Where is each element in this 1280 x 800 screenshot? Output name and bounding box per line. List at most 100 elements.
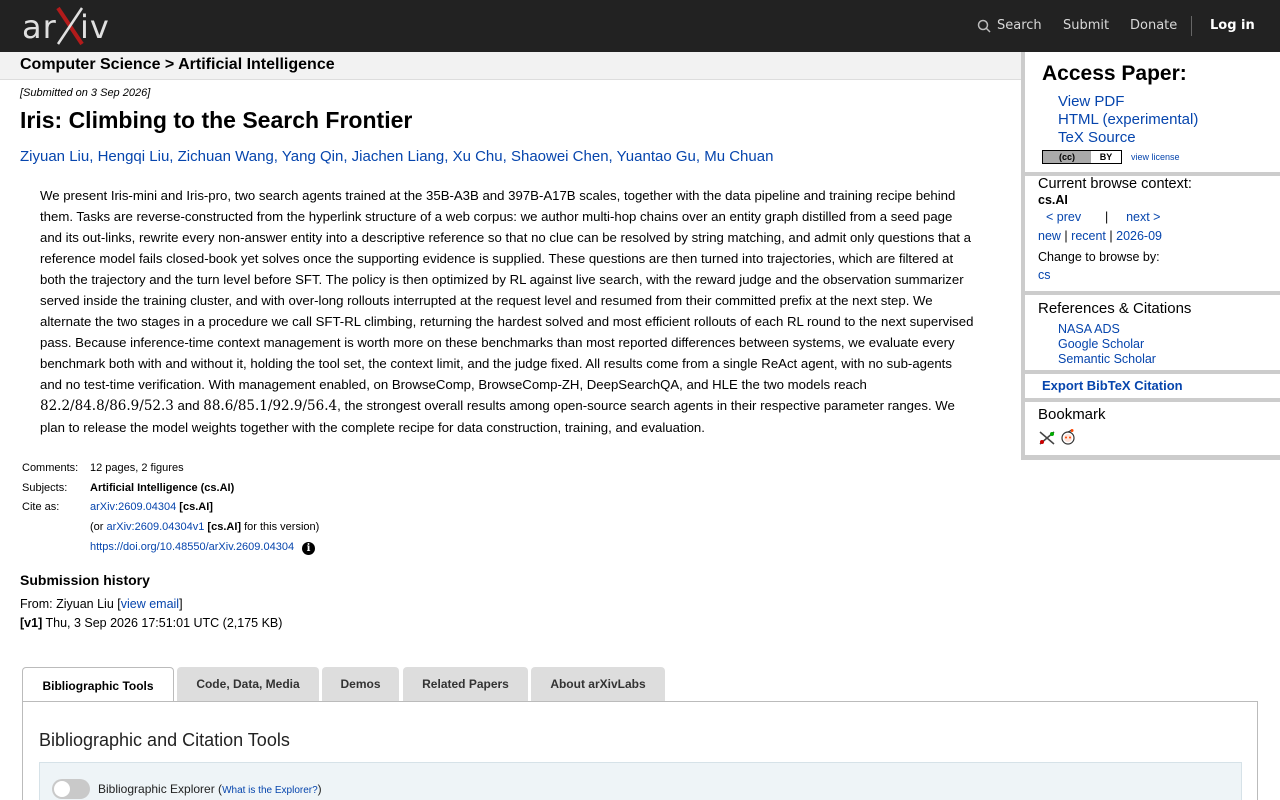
cite-or: (or: [90, 521, 107, 533]
top-navbar: ar iv Search Submit Donate Log in: [0, 0, 1280, 52]
submission-from-text: ]: [179, 597, 183, 611]
author-link[interactable]: Xu Chu: [453, 148, 503, 165]
cite-category: [cs.AI]: [179, 501, 213, 513]
breadcrumb: Computer Science > Artificial Intelligen…: [20, 56, 335, 73]
nav-divider: [1191, 16, 1192, 36]
prev-link[interactable]: < prev: [1046, 210, 1081, 224]
abstract-math: 88.6/85.1/92.9/56.4: [203, 398, 338, 414]
browse-cs-link[interactable]: cs: [1038, 268, 1051, 282]
what-is-explorer-link[interactable]: What is the Explorer?: [222, 785, 318, 796]
author-link[interactable]: Jiachen Liang: [352, 148, 445, 165]
author-link[interactable]: Ziyuan Liu: [20, 148, 89, 165]
tab-code-data-media[interactable]: Code, Data, Media: [177, 667, 319, 701]
recent-link[interactable]: recent: [1071, 229, 1106, 243]
cc-icon: (cc): [1043, 151, 1091, 163]
submit-link[interactable]: Submit: [1063, 0, 1109, 52]
submission-from-text: From: Ziyuan Liu [: [20, 597, 121, 611]
cite-category: [cs.AI]: [207, 521, 242, 533]
logo-text-iv: iv: [80, 8, 110, 46]
tex-source-link[interactable]: TeX Source: [1058, 129, 1136, 146]
abstract-math: 82.2/84.8/86.9/52.3: [40, 398, 174, 414]
next-link[interactable]: next >: [1126, 210, 1160, 224]
nasa-ads-link[interactable]: NASA ADS: [1058, 322, 1120, 336]
new-link[interactable]: new: [1038, 229, 1061, 243]
abstract-text: We present Iris-mini and Iris-pro, two s…: [40, 188, 974, 392]
export-box: Export BibTeX Citation: [1025, 374, 1280, 398]
change-browse-label: Change to browse by:: [1038, 250, 1160, 264]
tab-related-papers[interactable]: Related Papers: [403, 667, 528, 701]
explorer-text: Bibliographic Explorer (: [98, 782, 223, 796]
explorer-label: Bibliographic Explorer (What is the Expl…: [98, 782, 322, 796]
explorer-text: ): [317, 782, 322, 796]
semantic-scholar-link[interactable]: Semantic Scholar: [1058, 352, 1156, 366]
nav-separator: |: [1064, 229, 1068, 243]
meta-label: Comments:: [22, 462, 79, 474]
tab-bibliographic-tools[interactable]: Bibliographic Tools: [22, 667, 174, 702]
explorer-box: Bibliographic Explorer (What is the Expl…: [39, 762, 1242, 800]
search-label: Search: [997, 18, 1042, 33]
cite-v1-link[interactable]: arXiv:2609.04304v1: [107, 521, 205, 533]
tab-demos[interactable]: Demos: [322, 667, 399, 701]
browse-options: new | recent | 2026-09: [1038, 229, 1162, 243]
month-link[interactable]: 2026-09: [1116, 229, 1162, 243]
nav-separator: |: [1109, 229, 1113, 243]
browse-context: cs.AI: [1038, 193, 1068, 207]
author-link[interactable]: Yuantao Gu: [617, 148, 696, 165]
arxiv-logo[interactable]: ar iv: [22, 6, 114, 46]
bookmark-box: Bookmark: [1025, 402, 1280, 455]
browse-nav: < prev | next >: [1046, 210, 1160, 224]
logo-text-ar: ar: [22, 8, 57, 46]
author-list: Ziyuan Liu, Hengqi Liu, Zichuan Wang, Ya…: [20, 148, 774, 165]
panel-title: Bibliographic and Citation Tools: [39, 730, 290, 750]
html-link[interactable]: HTML (experimental): [1058, 111, 1198, 128]
bibsonomy-icon[interactable]: [1038, 430, 1056, 446]
info-icon[interactable]: i: [302, 542, 316, 555]
access-paper-box: Access Paper: View PDF HTML (experimenta…: [1025, 52, 1280, 172]
submitted-date: [Submitted on 3 Sep 2026]: [20, 87, 151, 99]
meta-label: Subjects:: [22, 482, 68, 494]
reddit-icon[interactable]: [1059, 428, 1077, 446]
browse-context-box: Current browse context: cs.AI < prev | n…: [1025, 176, 1280, 291]
author-link[interactable]: Yang Qin: [282, 148, 343, 165]
access-paper-title: Access Paper:: [1042, 62, 1187, 85]
submission-history-title: Submission history: [20, 572, 150, 588]
donate-link[interactable]: Donate: [1130, 0, 1177, 52]
tab-about-arxivlabs[interactable]: About arXivLabs: [531, 667, 665, 701]
references-title: References & Citations: [1038, 300, 1192, 317]
author-link[interactable]: Mu Chuan: [704, 148, 773, 165]
toggle-knob: [54, 781, 70, 797]
doi-link[interactable]: https://doi.org/10.48550/arXiv.2609.0430…: [90, 541, 294, 553]
author-link[interactable]: Zichuan Wang: [178, 148, 274, 165]
meta-label: Cite as:: [22, 501, 60, 513]
login-link[interactable]: Log in: [1210, 0, 1255, 52]
meta-subjects: Artificial Intelligence (cs.AI): [90, 482, 235, 494]
right-sidebar: Access Paper: View PDF HTML (experimenta…: [1021, 52, 1280, 460]
paper-title: Iris: Climbing to the Search Frontier: [20, 107, 413, 133]
cite-link[interactable]: arXiv:2609.04304: [90, 501, 176, 513]
browse-title: Current browse context:: [1038, 176, 1192, 192]
abstract: We present Iris-mini and Iris-pro, two s…: [40, 185, 975, 438]
search-link[interactable]: Search: [977, 0, 1042, 52]
view-license-link[interactable]: view license: [1131, 152, 1180, 162]
header-strip: Computer Science > Artificial Intelligen…: [0, 52, 1021, 80]
nav-separator: |: [1104, 210, 1109, 224]
author-link[interactable]: Hengqi Liu: [98, 148, 170, 165]
bookmark-title: Bookmark: [1038, 406, 1106, 423]
version-label: [v1]: [20, 616, 43, 630]
author-link[interactable]: Shaowei Chen: [511, 148, 609, 165]
view-pdf-link[interactable]: View PDF: [1058, 93, 1124, 110]
export-bibtex-link[interactable]: Export BibTeX Citation: [1042, 378, 1183, 393]
google-scholar-link[interactable]: Google Scholar: [1058, 337, 1144, 351]
view-email-link[interactable]: view email: [121, 597, 179, 611]
references-box: References & Citations NASA ADS Google S…: [1025, 295, 1280, 370]
abstract-text: and: [173, 398, 204, 413]
tab-panel: Bibliographic and Citation Tools Bibliog…: [22, 701, 1258, 800]
cite-version-note: for this version): [241, 521, 320, 533]
search-icon: [977, 19, 991, 33]
version-info: Thu, 3 Sep 2026 17:51:01 UTC (2,175 KB): [42, 616, 283, 630]
cc-license-badge[interactable]: (cc) BY: [1042, 150, 1122, 164]
submission-v1: [v1] Thu, 3 Sep 2026 17:51:01 UTC (2,175…: [20, 616, 282, 630]
by-icon: BY: [1091, 151, 1121, 163]
meta-comments: 12 pages, 2 figures: [90, 462, 184, 474]
explorer-toggle[interactable]: [52, 779, 90, 799]
